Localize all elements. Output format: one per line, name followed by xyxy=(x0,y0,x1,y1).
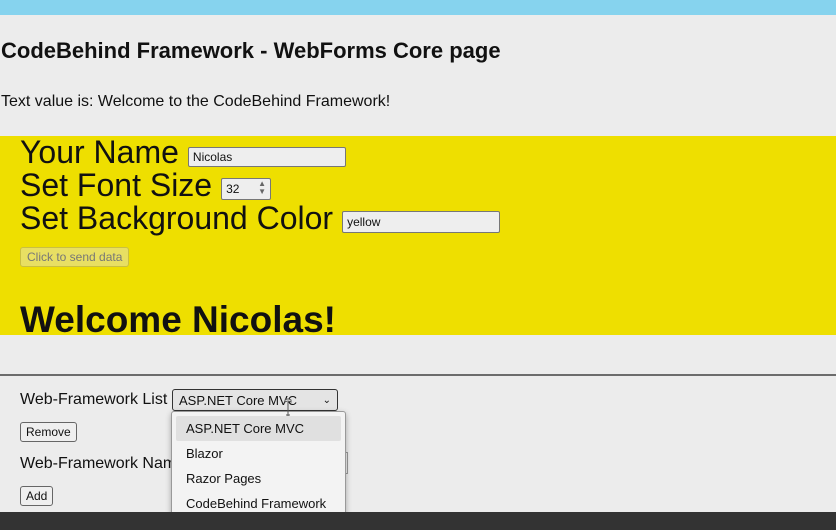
name-label: Your Name xyxy=(20,134,179,170)
bg-color-input-value: yellow xyxy=(347,215,381,229)
bg-color-row: Set Background Color yellow xyxy=(20,200,501,236)
add-button[interactable]: Add xyxy=(20,486,54,506)
font-size-stepper[interactable]: 32 ▲ ▼ xyxy=(221,178,272,200)
spinner-arrows-icon[interactable]: ▲ ▼ xyxy=(258,180,266,196)
dropdown-option[interactable]: Razor Pages xyxy=(176,466,341,491)
name-input-value: Nicolas xyxy=(192,150,233,164)
send-data-button[interactable]: Click to send data xyxy=(20,247,130,267)
bg-color-input[interactable]: yellow xyxy=(342,211,501,233)
form-panel: Your Name Nicolas Set Font Size 32 ▲ ▼ Se… xyxy=(0,136,836,340)
section-divider xyxy=(0,374,836,376)
remove-button[interactable]: Remove xyxy=(20,422,77,442)
text-value-message: Text value is: Welcome to the CodeBehind… xyxy=(1,93,391,110)
footer-bar xyxy=(0,512,836,530)
font-size-row: Set Font Size 32 ▲ ▼ xyxy=(20,167,272,203)
dropdown-option[interactable]: Blazor xyxy=(176,441,341,466)
dropdown-option[interactable]: ASP.NET Core MVC xyxy=(176,416,341,441)
welcome-heading: Welcome Nicolas! xyxy=(20,299,336,340)
mouse-cursor-icon xyxy=(284,398,292,416)
framework-dropdown-list: ASP.NET Core MVC Blazor Razor Pages Code… xyxy=(171,411,346,521)
framework-select-value: ASP.NET Core MVC xyxy=(179,392,298,408)
name-input[interactable]: Nicolas xyxy=(187,147,346,167)
font-size-label: Set Font Size xyxy=(20,167,213,203)
framework-select[interactable]: ASP.NET Core MVC ⌄ xyxy=(172,389,338,411)
framework-list-label: Web-Framework List xyxy=(20,391,168,408)
bg-color-label: Set Background Color xyxy=(20,200,334,236)
font-size-value: 32 xyxy=(226,182,240,196)
name-row: Your Name Nicolas xyxy=(20,136,346,168)
page-title: CodeBehind Framework - WebForms Core pag… xyxy=(1,38,501,63)
top-bar xyxy=(0,0,836,15)
framework-name-label: Web-Framework Nam xyxy=(20,455,177,472)
chevron-down-icon: ⌄ xyxy=(322,394,331,406)
